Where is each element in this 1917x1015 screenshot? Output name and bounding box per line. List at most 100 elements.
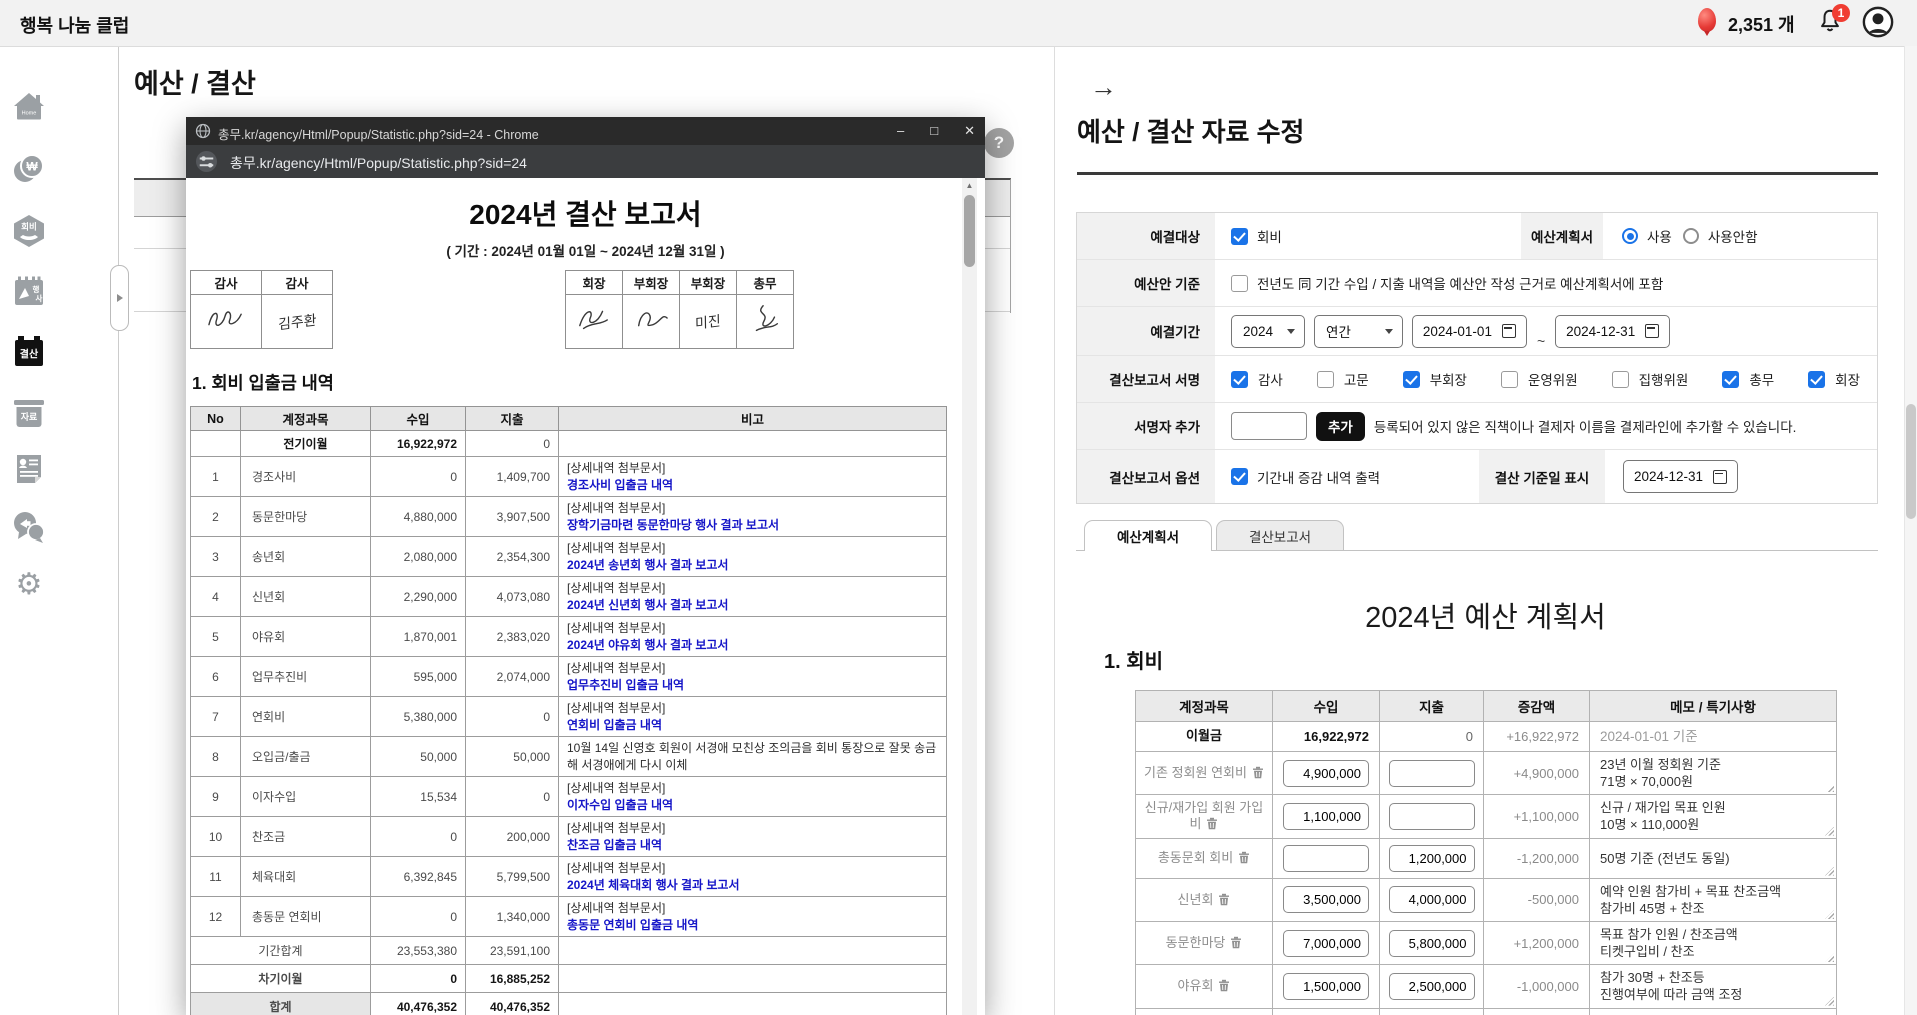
scroll-up-arrow-icon[interactable]: ▲ — [962, 178, 977, 193]
close-button[interactable]: ✕ — [964, 117, 975, 145]
trash-icon[interactable] — [1230, 936, 1242, 949]
trash-icon[interactable] — [1252, 766, 1264, 779]
plan-use-radio[interactable] — [1622, 228, 1638, 244]
tab-budget-plan[interactable]: 예산계획서 — [1084, 520, 1212, 551]
expense-input-4[interactable] — [1389, 886, 1475, 913]
popup-scrollbar[interactable]: ▲ — [962, 178, 977, 1015]
form-row-target: 예결대상 회비 예산계획서 사용 사용안함 — [1077, 213, 1877, 260]
resize-handle-icon[interactable] — [1825, 953, 1834, 962]
income-input-2[interactable] — [1283, 803, 1369, 830]
memo-textarea[interactable]: 목표 참가 인원 / 찬조금액 티켓구입비 / 찬조 — [1590, 921, 1837, 964]
target-checkbox[interactable] — [1231, 228, 1248, 245]
expense-input-1[interactable] — [1389, 760, 1475, 787]
sidebar-item-data-archive-icon[interactable]: 자료 — [10, 394, 48, 432]
sidebar-item-membership-fee-icon[interactable]: 회비 — [10, 212, 48, 250]
tab-settlement-report[interactable]: 결산보고서 — [1216, 520, 1344, 550]
sidebar-collapse-handle[interactable] — [110, 265, 129, 331]
memo-textarea[interactable]: 23년 이월 정회원 기준 71명 × 70,000원 — [1590, 752, 1837, 795]
maximize-button[interactable]: □ — [930, 117, 938, 145]
income-input-6[interactable] — [1283, 973, 1369, 1000]
sign-option-checkbox-1[interactable] — [1317, 371, 1334, 388]
memo-textarea[interactable]: 참가 30명 + 찬조등 진행여부에 따라 금액 조정 — [1590, 965, 1837, 1008]
site-settings-icon[interactable] — [196, 151, 217, 172]
sidebar-item-settlement-icon[interactable]: 결산 — [10, 332, 48, 370]
table-row: 전기이월16,922,9720 — [191, 431, 947, 457]
popup-url[interactable]: 총무.kr/agency/Html/Popup/Statistic.php?si… — [230, 153, 527, 173]
popup-urlbar[interactable]: 총무.kr/agency/Html/Popup/Statistic.php?si… — [186, 145, 985, 178]
attachment-link[interactable]: 업무추진비 입출금 내역 — [567, 677, 684, 693]
sidebar-item-home-icon[interactable]: Home — [10, 88, 48, 126]
table-row: 6업무추진비595,0002,074,000[상세내역 첨부문서]업무추진비 입… — [191, 657, 947, 697]
sign-option-label-2: 부회장 — [1430, 369, 1467, 389]
help-button[interactable]: ? — [984, 128, 1014, 158]
collapse-panel-arrow[interactable]: → — [1090, 74, 1117, 101]
income-input-4[interactable] — [1283, 886, 1369, 913]
cycle-select[interactable]: 연간 — [1314, 315, 1403, 348]
sign-option-checkbox-0[interactable] — [1231, 371, 1248, 388]
calendar-icon — [1713, 470, 1727, 484]
attachment-link[interactable]: 2024년 송년회 행사 결과 보고서 — [567, 557, 728, 573]
income-input-1[interactable] — [1283, 760, 1369, 787]
attachment-link[interactable]: 이자수입 입출금 내역 — [567, 797, 673, 813]
resize-handle-icon[interactable] — [1825, 997, 1834, 1006]
trash-icon[interactable] — [1218, 979, 1230, 992]
avatar[interactable] — [1862, 6, 1894, 38]
trash-icon[interactable] — [1206, 817, 1218, 830]
sidebar-item-announcements-icon[interactable] — [10, 508, 48, 546]
expense-input-3[interactable] — [1389, 845, 1475, 872]
memo-textarea[interactable]: 신규 / 재가입 목표 인원 10명 × 110,000원 — [1590, 795, 1837, 838]
app-title: 행복 나눔 클럽 — [20, 12, 129, 38]
sign-option-checkbox-3[interactable] — [1501, 371, 1518, 388]
minimize-button[interactable]: – — [897, 117, 904, 145]
sidebar-item-won-coin-icon[interactable]: ₩ — [10, 150, 48, 188]
memo-textarea[interactable] — [1590, 1008, 1837, 1015]
plan-nouse-radio[interactable] — [1683, 228, 1699, 244]
basis-checkbox[interactable] — [1231, 275, 1248, 292]
income-input-3[interactable] — [1283, 845, 1369, 872]
attachment-link[interactable]: 찬조금 입출금 내역 — [567, 837, 662, 853]
attachment-link[interactable]: 장학기금마련 동문한마당 행사 결과 보고서 — [567, 517, 779, 533]
trash-icon[interactable] — [1218, 893, 1230, 906]
income-input-5[interactable] — [1283, 930, 1369, 957]
attachment-link[interactable]: 2024년 야유회 행사 결과 보고서 — [567, 637, 728, 653]
year-select[interactable]: 2024 — [1231, 315, 1305, 348]
signer-name-input[interactable] — [1231, 412, 1307, 440]
expense-input-2[interactable] — [1389, 803, 1475, 830]
page-scrollbar-thumb[interactable] — [1906, 404, 1916, 519]
sign-option-checkbox-6[interactable] — [1808, 371, 1825, 388]
sign-option-checkbox-2[interactable] — [1403, 371, 1420, 388]
page-title: 예산 / 결산 — [134, 62, 256, 101]
add-signer-button[interactable]: 추가 — [1316, 412, 1365, 441]
date-from-input[interactable]: 2024-01-01 — [1412, 315, 1527, 348]
sign-option-checkbox-5[interactable] — [1722, 371, 1739, 388]
attachment-link[interactable]: 2024년 체육대회 행사 결과 보고서 — [567, 877, 740, 893]
resize-handle-icon[interactable] — [1825, 910, 1834, 919]
expense-input-6[interactable] — [1389, 973, 1475, 1000]
table-row: 3송년회2,080,0002,354,300[상세내역 첨부문서]2024년 송… — [191, 537, 947, 577]
sidebar-item-settings-icon[interactable]: ⚙ — [10, 564, 48, 602]
sidebar-item-events-icon[interactable]: 행사 — [10, 272, 48, 310]
calendar-icon — [1502, 324, 1516, 338]
bell-icon[interactable]: 1 — [1816, 7, 1850, 39]
sidebar-item-member-docs-icon[interactable] — [10, 450, 48, 488]
base-date-input[interactable]: 2024-12-31 — [1623, 460, 1738, 493]
memo-textarea[interactable]: 50명 기준 (전년도 동일) — [1590, 838, 1837, 878]
signature-scribble — [741, 301, 789, 337]
period-diff-checkbox[interactable] — [1231, 468, 1248, 485]
popup-titlebar[interactable]: 총무.kr/agency/Html/Popup/Statistic.php?si… — [186, 117, 985, 145]
page-scrollbar[interactable] — [1904, 46, 1917, 1015]
attachment-link[interactable]: 2024년 신년회 행사 결과 보고서 — [567, 597, 728, 613]
memo-textarea[interactable]: 예약 인원 참가비 + 목표 찬조금액 참가비 45명 + 찬조 — [1590, 878, 1837, 921]
trash-icon[interactable] — [1238, 851, 1250, 864]
attachment-link[interactable]: 총동문 연회비 입출금 내역 — [567, 917, 698, 933]
date-to-input[interactable]: 2024-12-31 — [1555, 315, 1670, 348]
resize-handle-icon[interactable] — [1825, 867, 1834, 876]
popup-scrollbar-thumb[interactable] — [964, 195, 975, 267]
attachment-link[interactable]: 경조사비 입출금 내역 — [567, 477, 673, 493]
sign-option-checkbox-4[interactable] — [1612, 371, 1629, 388]
resize-handle-icon[interactable] — [1825, 827, 1834, 836]
resize-handle-icon[interactable] — [1825, 783, 1834, 792]
attachment-link[interactable]: 연회비 입출금 내역 — [567, 717, 662, 733]
auditor-signature-table: 감사감사김주환 — [190, 270, 333, 349]
expense-input-5[interactable] — [1389, 930, 1475, 957]
